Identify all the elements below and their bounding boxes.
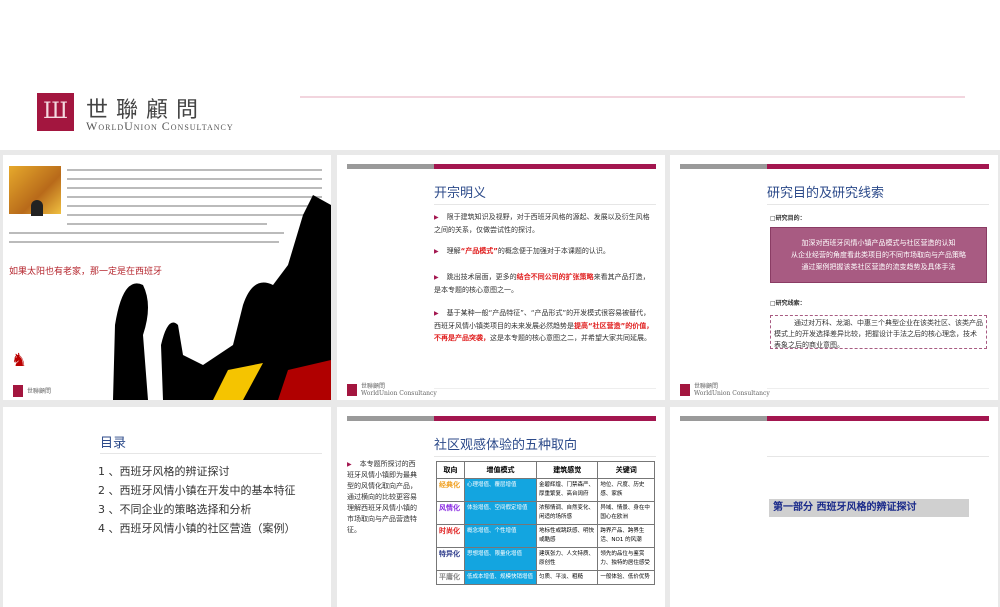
table-cell: 思想增值、限量化增值 — [464, 547, 537, 571]
worldunion-logo-icon: Ш — [37, 93, 74, 131]
table-cell: 金碧辉煌、门禁森严、厚重繁复、高台阔府 — [535, 478, 599, 502]
spain-map-graphic — [113, 195, 331, 400]
footer-logo: 世聯顧問 — [13, 385, 51, 397]
table-row: 特异化 思想增值、限量化增值 建筑张力、人文特质、原创性 领先的品位与鉴赏力、独特的居… — [436, 547, 655, 571]
table-cell: 异域、情景、身在中国心在欧洲 — [597, 501, 655, 525]
toc-item: 3 、不同企业的策略选择和分析 — [98, 503, 252, 516]
table-cell: 一般体验、低价优势 — [597, 570, 655, 585]
bullet: ▶ 限于建筑知识及视野，对于西班牙风格的源起、发展以及衍生风格之间的关系，仅做尝试… — [434, 213, 650, 234]
clue-box: 通过对万科、龙湖、中惠三个典型企业在该类社区、该类产品模式上的开发选择差异比较，… — [770, 315, 987, 349]
table-cell: 浓郁情调、自然变化、闲适的场所感 — [535, 501, 599, 525]
purpose-label: □研究目的： — [770, 215, 806, 222]
slide-thumbnail-6[interactable]: 第一部分 西班牙风格的辨证探讨 — [670, 407, 998, 607]
slide-thumbnail-3[interactable]: 研究目的及研究线索 □研究目的： 加深对西班牙风情小镇产品模式与社区营造的认知从… — [670, 155, 998, 400]
table-cell: 心理增值、覆层增值 — [464, 478, 537, 502]
slide-title: 社区观感体验的五种取向 — [434, 438, 578, 453]
bullet: ▶ 跳出技术层面，更多的结合不同公司的扩张策略来看其产品打造，是本专题的核心意图之… — [434, 273, 650, 294]
table-cell: 匀质、平淡、粗糙 — [535, 570, 599, 585]
slide-thumbnail-1[interactable]: 如果太阳也有老家，那一定是在西班牙 ♞ 世聯顧問 — [3, 155, 331, 400]
purpose-box: 加深对西班牙风情小镇产品模式与社区营造的认知 从企业经营的角度看此类项目的不同市场… — [770, 227, 987, 283]
table-cell: 地位、尺度、历史感、家族 — [597, 478, 655, 502]
table-row: 平庸化 低成本增值、规模快销增值 匀质、平淡、粗糙 一般体验、低价优势 — [436, 570, 655, 585]
footer-logo: 世聯顧問 WorldUnion Consultancy — [347, 383, 437, 397]
section-title: 第一部分 西班牙风格的辨证探讨 — [769, 499, 969, 517]
slide-thumbnail-4[interactable]: 目录 1 、西班牙风格的辨证探讨 2 、西班牙风情小镇在开发中的基本特征 3 、… — [3, 407, 331, 607]
table-cell: 风情化 — [436, 501, 465, 525]
side-note: ▶ 本专题所探讨的西班牙风情小镇即为最典型的风情化取向产品，通过横向的比较更容易理… — [347, 460, 417, 534]
orientation-table: 取向 增值模式 建筑感觉 关键词 经典化 心理增值、覆层增值 金碧辉煌、门禁森严、厚重繁复… — [436, 461, 655, 585]
slide-thumbnail-5[interactable]: 社区观感体验的五种取向 ▶ 本专题所探讨的西班牙风情小镇即为最典型的风情化取向产品… — [337, 407, 665, 607]
table-cell: 低成本增值、规模快销增值 — [464, 570, 537, 585]
table-cell: 体验增值、空间假定增值 — [464, 501, 537, 525]
slide-thumbnail-2[interactable]: 开宗明义 ▶ 限于建筑知识及视野，对于西班牙风格的源起、发展以及衍生风格之间的关系… — [337, 155, 665, 400]
footer-logo: 世聯顧問 WorldUnion Consultancy — [680, 383, 770, 397]
table-cell: 地标性或跳跃感、明快或酷感 — [535, 524, 599, 548]
bull-logo-icon: ♞ — [11, 350, 28, 371]
divider — [300, 96, 965, 98]
bullet: ▶ 基于某种一般“产品特征”、“产品形式”的开发模式很容易被替代，西班牙风情小镇类… — [434, 309, 654, 342]
logo-en: WorldUnion Consultancy — [86, 119, 234, 133]
table-cell: 跨界产品、跨界生活、NO1 的风潮 — [597, 524, 655, 548]
slide-title: 目录 — [100, 436, 127, 451]
toc-item: 1 、西班牙风格的辨证探讨 — [98, 465, 230, 478]
table-row: 经典化 心理增值、覆层增值 金碧辉煌、门禁森严、厚重繁复、高台阔府 地位、尺度、历史感… — [436, 478, 655, 502]
table-cell: 特异化 — [436, 547, 465, 571]
table-cell: 平庸化 — [436, 570, 465, 585]
toc-item: 2 、西班牙风情小镇在开发中的基本特征 — [98, 484, 296, 497]
table-row: 风情化 体验增值、空间假定增值 浓郁情调、自然变化、闲适的场所感 异域、情景、身在中国… — [436, 501, 655, 525]
table-cell: 领先的品位与鉴赏力、独特的居住感受 — [597, 547, 655, 571]
table-cell: 概念增值、个性增值 — [464, 524, 537, 548]
toc-item: 4 、西班牙风情小镇的社区营造（案例） — [98, 522, 296, 535]
table-cell: 建筑张力、人文特质、原创性 — [535, 547, 599, 571]
slide-title: 研究目的及研究线索 — [767, 186, 885, 201]
clue-label: □研究线索： — [770, 300, 806, 307]
bullet: ▶ 理解“产品模式”的概念便于加强对于本课题的认识。 — [434, 247, 610, 255]
header: Ш 世聯顧問 WorldUnion Consultancy — [0, 0, 1000, 150]
slide-title: 开宗明义 — [434, 186, 487, 201]
table-cell: 时尚化 — [436, 524, 465, 548]
table-row: 时尚化 概念增值、个性增值 地标性或跳跃感、明快或酷感 跨界产品、跨界生活、NO1 的… — [436, 524, 655, 548]
table-cell: 经典化 — [436, 478, 465, 502]
